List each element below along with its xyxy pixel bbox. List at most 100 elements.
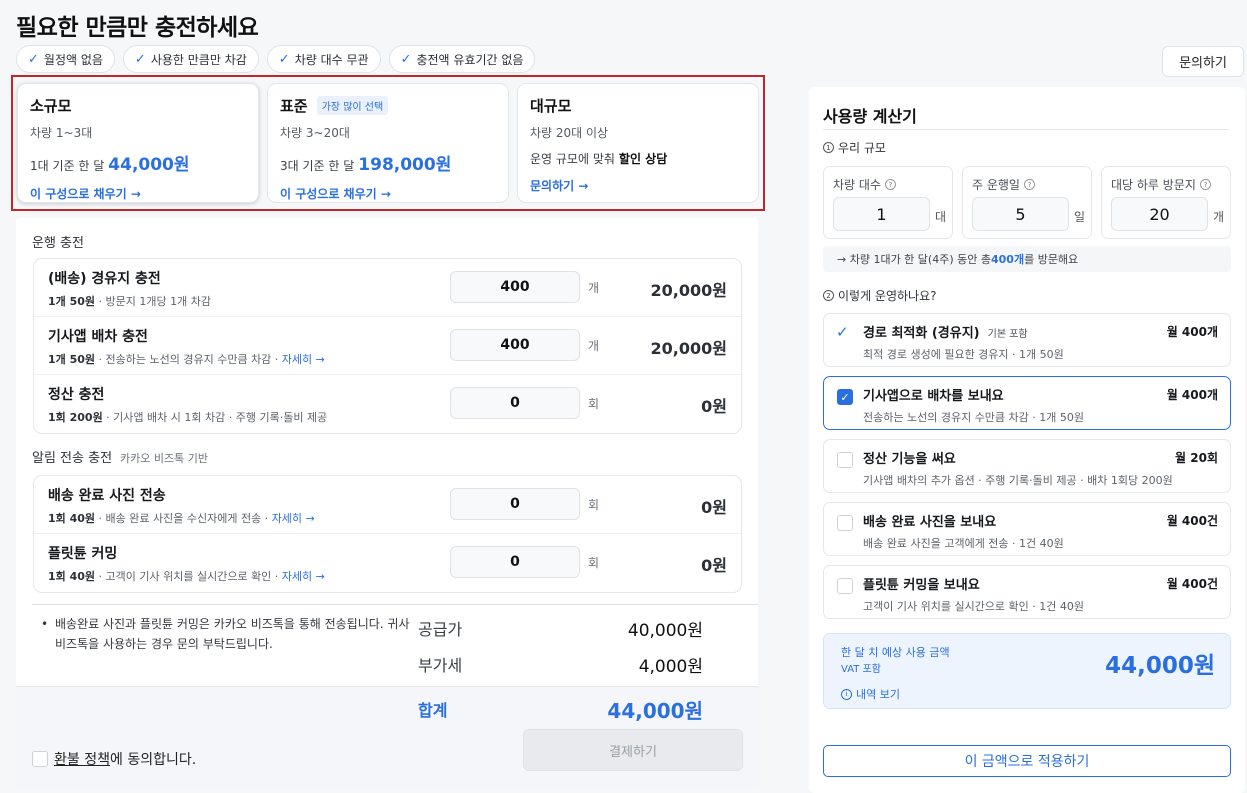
option-checkbox[interactable]	[837, 452, 853, 468]
unit-label: 개	[1213, 210, 1225, 224]
option-name: 기사앱으로 배차를 보내요	[863, 389, 1004, 404]
option-name: 정산 기능을 써요	[863, 452, 956, 467]
pay-button[interactable]: 결제하기	[523, 729, 743, 771]
charge-name: (배송) 경유지 충전	[48, 271, 161, 287]
feature-chips: ✓ 월정액 없음 ✓ 사용한 만큼만 차감 ✓ 차량 대수 무관 ✓ 충전액 유효기간 …	[16, 45, 536, 73]
feature-chip: ✓ 사용한 만큼만 차감	[122, 45, 259, 73]
option-desc: 배송 완료 사진을 고객에게 전송 · 1건 40원	[863, 537, 1064, 550]
quantity-input[interactable]: 0	[450, 387, 580, 419]
unit-label: 대	[935, 210, 947, 224]
alimtalk-section-title: 알림 전송 충전 카카오 비즈톡 기반	[32, 451, 208, 466]
option-amount: 월 400건	[1166, 514, 1218, 528]
plan-card-standard[interactable]: 표준 가장 많이 선택 차량 3~20대 3대 기준 한 달 198,000원 이 …	[267, 83, 509, 203]
scale-section-title: 1 우리 규모	[823, 139, 886, 156]
daily-stops-input[interactable]: 20	[1111, 197, 1208, 231]
supply-value: 40,000원	[627, 621, 703, 641]
row-total: 0원	[701, 498, 727, 517]
quantity-input[interactable]: 400	[450, 271, 580, 303]
charge-row-coming: 플릿튠 커밍 1회 40원 · 고객이 기사 위치를 실시간으로 확인 · 자세…	[34, 534, 741, 592]
param-label: 차량 대수	[833, 178, 881, 192]
unit-label: 회	[588, 556, 600, 570]
vat-label: 부가세	[418, 656, 463, 675]
param-daily-stops: 대당 하루 방문지? 20 개	[1101, 166, 1231, 239]
calculator-title: 사용량 계산기	[823, 107, 917, 126]
quantity-input[interactable]: 0	[450, 546, 580, 578]
plan-card-small[interactable]: 소규모 차량 1~3대 1대 기준 한 달 44,000원 이 구성으로 채우기 …	[17, 83, 259, 203]
charge-name: 플릿튠 커밍	[48, 546, 118, 562]
charge-row-photo: 배송 완료 사진 전송 1회 40원 · 배송 완료 사진을 수신자에게 전송 …	[34, 476, 741, 534]
supply-label: 공급가	[418, 620, 463, 639]
option-delivery-photo[interactable]: 배송 완료 사진을 보내요 배송 완료 사진을 고객에게 전송 · 1건 40원…	[823, 502, 1231, 556]
alimtalk-charge-box: 배송 완료 사진 전송 1회 40원 · 배송 완료 사진을 수신자에게 전송 …	[33, 475, 742, 593]
unit-label: 회	[588, 397, 600, 411]
refund-policy-link[interactable]: 환불 정책	[54, 752, 110, 768]
plan-fill-link[interactable]: 이 구성으로 채우기 →	[30, 185, 246, 202]
plan-price-prefix: 3대 기준 한 달	[280, 159, 355, 173]
option-amount: 월 20회	[1175, 451, 1218, 465]
details-link[interactable]: 자세히 →	[282, 570, 325, 583]
operation-charge-box: (배송) 경유지 충전 1개 50원 · 방문지 1개당 1개 차감 400 개…	[33, 258, 742, 434]
plan-fill-link[interactable]: 이 구성으로 채우기 →	[280, 185, 496, 202]
total-label: 합계	[418, 701, 448, 720]
page-title: 필요한 만큼만 충전하세요	[16, 15, 259, 41]
check-icon: ✓	[836, 323, 849, 341]
help-icon[interactable]: ?	[1023, 179, 1035, 190]
charge-desc: 1개 50원 · 방문지 1개당 1개 차감	[48, 295, 211, 308]
plan-price-prefix: 운영 규모에 맞춰	[530, 152, 615, 166]
plan-card-large[interactable]: 대규모 차량 20대 이상 운영 규모에 맞춰 할인 상담 문의하기 →	[517, 83, 759, 203]
option-checkbox-checked[interactable]: ✓	[837, 389, 853, 405]
monthly-visits-info: → 차량 1대가 한 달(4주) 동안 총 400개 를 방문해요	[823, 246, 1231, 272]
agree-checkbox[interactable]	[32, 751, 48, 767]
option-settlement[interactable]: 정산 기능을 써요 기사앱 배차의 추가 옵션 · 주행 기록·돌비 제공 · …	[823, 439, 1231, 493]
plan-contact-link[interactable]: 문의하기 →	[530, 177, 746, 194]
step-number-icon: 1	[823, 142, 834, 153]
pricing-page: 필요한 만큼만 충전하세요 ✓ 월정액 없음 ✓ 사용한 만큼만 차감 ✓ 차량 대수…	[0, 0, 1247, 793]
estimate-amount: 44,000원	[1105, 653, 1215, 679]
option-amount: 월 400개	[1166, 388, 1218, 402]
quantity-input[interactable]: 400	[450, 329, 580, 361]
details-link[interactable]: 자세히 →	[282, 353, 325, 366]
option-coming[interactable]: 플릿튠 커밍을 보내요 고객이 기사 위치를 실시간으로 확인 · 1건 40원…	[823, 565, 1231, 619]
option-dispatch[interactable]: ✓ 기사앱으로 배차를 보내요 전송하는 노선의 경유지 수만큼 차감 · 1개…	[823, 376, 1231, 430]
popular-badge: 가장 많이 선택	[316, 96, 389, 115]
charge-name: 기사앱 배차 충전	[48, 329, 148, 345]
step-number-icon: 2	[823, 290, 834, 301]
option-checkbox[interactable]	[837, 578, 853, 594]
vehicles-input[interactable]: 1	[833, 197, 930, 231]
total-band: 합계 44,000원 환불 정책에 동의합니다. 결제하기	[16, 686, 758, 789]
charge-desc: 1회 40원 · 배송 완료 사진을 수신자에게 전송 · 자세히 →	[48, 512, 315, 525]
plan-name: 소규모	[30, 97, 72, 115]
chip-label: 충전액 유효기간 없음	[416, 52, 524, 67]
refund-agreement: 환불 정책에 동의합니다.	[32, 749, 196, 769]
chip-label: 사용한 만큼만 차감	[150, 52, 247, 67]
view-details-link[interactable]: i 내역 보기	[841, 686, 900, 702]
contact-button[interactable]: 문의하기	[1162, 46, 1244, 77]
plan-range: 차량 1~3대	[30, 126, 93, 140]
row-total: 20,000원	[650, 281, 727, 300]
unit-label: 개	[588, 339, 600, 353]
plan-price: 44,000원	[108, 155, 190, 175]
option-checkbox[interactable]	[837, 515, 853, 531]
divider	[823, 129, 1229, 130]
unit-label: 개	[588, 281, 600, 295]
plan-discount-text: 할인 상담	[618, 152, 668, 166]
unit-label: 일	[1074, 210, 1086, 224]
plan-name: 대규모	[530, 97, 572, 115]
help-icon[interactable]: ?	[884, 179, 896, 190]
chip-label: 월정액 없음	[43, 52, 103, 67]
row-total: 0원	[701, 397, 727, 416]
plan-range: 차량 3~20대	[280, 126, 350, 140]
param-vehicles: 차량 대수? 1 대	[823, 166, 953, 239]
included-tag: 기본 포함	[987, 329, 1028, 340]
details-link[interactable]: 자세히 →	[272, 512, 315, 525]
plan-range: 차량 20대 이상	[530, 126, 609, 140]
param-label: 주 운행일	[972, 178, 1020, 192]
apply-amount-button[interactable]: 이 금액으로 적용하기	[823, 745, 1231, 777]
check-icon: ✓	[134, 51, 146, 67]
weekdays-input[interactable]: 5	[972, 197, 1069, 231]
ops-section-title: 2 이렇게 운영하나요?	[823, 287, 937, 304]
feature-chip: ✓ 차량 대수 무관	[266, 45, 381, 73]
help-icon[interactable]: ?	[1199, 179, 1211, 190]
check-icon: ✓	[400, 51, 412, 67]
quantity-input[interactable]: 0	[450, 488, 580, 520]
